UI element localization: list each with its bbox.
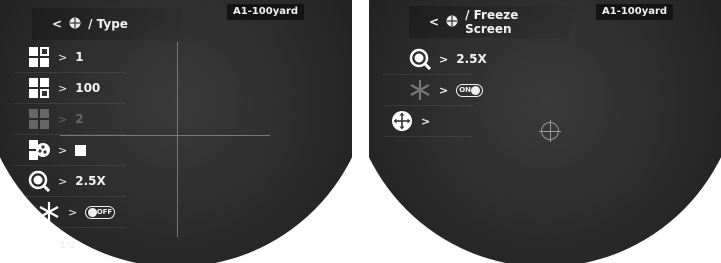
menu-item-freeze[interactable]: > ON bbox=[383, 75, 484, 106]
item-arrow: > bbox=[58, 50, 68, 64]
reticle-small bbox=[539, 120, 561, 142]
header-title: / Freeze Screen bbox=[465, 8, 519, 36]
zero-distance-icon bbox=[28, 77, 50, 99]
page-indicator: 1/2 bbox=[59, 240, 77, 251]
snowflake-icon bbox=[38, 201, 60, 223]
menu-item-reticle-type[interactable]: > 1 bbox=[14, 42, 126, 73]
right-scope-view: A1-100yard < / Freeze Screen > 2.5X > ON bbox=[369, 0, 721, 263]
item-value: 2.5X bbox=[456, 52, 487, 66]
item-arrow: > bbox=[439, 52, 449, 66]
menu-item-reticle-color[interactable]: > bbox=[14, 135, 126, 166]
back-button[interactable]: < bbox=[429, 15, 439, 29]
magnifier-icon bbox=[28, 170, 51, 193]
zoom-profile-icon bbox=[28, 108, 50, 130]
menu-item-zoom-profile: > 2 bbox=[14, 104, 126, 135]
reticle-color-icon bbox=[28, 139, 50, 161]
item-value: 2.5X bbox=[75, 174, 106, 188]
header-title: / Type bbox=[88, 17, 128, 31]
toggle-label: ON bbox=[459, 86, 472, 94]
item-value: 2 bbox=[75, 112, 84, 126]
menu-item-zoom[interactable]: > 2.5X bbox=[383, 44, 487, 75]
menu-item-zoom[interactable]: > 2.5X bbox=[14, 166, 126, 197]
item-arrow: > bbox=[58, 143, 68, 157]
item-arrow: > bbox=[421, 114, 431, 128]
left-scope-view: A1-100yard < / Type > 1 > 100 > 2 > > 2.… bbox=[0, 0, 352, 263]
reticle-type-icon bbox=[28, 46, 50, 68]
color-swatch bbox=[75, 144, 87, 156]
move-arrows-icon bbox=[391, 110, 413, 132]
item-arrow: > bbox=[58, 174, 68, 188]
item-arrow: > bbox=[68, 205, 78, 219]
freeze-toggle[interactable]: OFF bbox=[85, 205, 116, 219]
crosshair-icon bbox=[69, 17, 81, 32]
magnifier-icon bbox=[409, 48, 432, 71]
menu-item-position[interactable]: > bbox=[383, 106, 473, 137]
item-arrow: > bbox=[58, 81, 68, 95]
crosshair-icon bbox=[446, 15, 458, 30]
snowflake-icon bbox=[409, 79, 431, 101]
freeze-menu: > 2.5X > ON > bbox=[383, 44, 487, 137]
reticle-vertical-line bbox=[177, 42, 178, 237]
item-arrow: > bbox=[58, 112, 68, 126]
profile-badge: A1-100yard bbox=[596, 4, 674, 20]
menu-item-zero-distance[interactable]: > 100 bbox=[14, 73, 126, 104]
reticle-menu: > 1 > 100 > 2 > > 2.5X > OFF bbox=[14, 42, 126, 228]
toggle-knob bbox=[471, 85, 481, 95]
menu-header: < / Freeze Screen bbox=[409, 6, 569, 38]
item-arrow: > bbox=[439, 83, 449, 97]
toggle-label: OFF bbox=[96, 208, 113, 216]
item-value: 100 bbox=[75, 81, 101, 95]
freeze-toggle[interactable]: ON bbox=[456, 83, 484, 97]
profile-badge: A1-100yard bbox=[227, 4, 305, 20]
menu-header: < / Type bbox=[32, 8, 182, 40]
item-value: 1 bbox=[75, 50, 84, 64]
toggle-knob bbox=[88, 207, 97, 217]
menu-item-freeze[interactable]: > OFF bbox=[14, 197, 126, 228]
back-button[interactable]: < bbox=[52, 17, 62, 31]
